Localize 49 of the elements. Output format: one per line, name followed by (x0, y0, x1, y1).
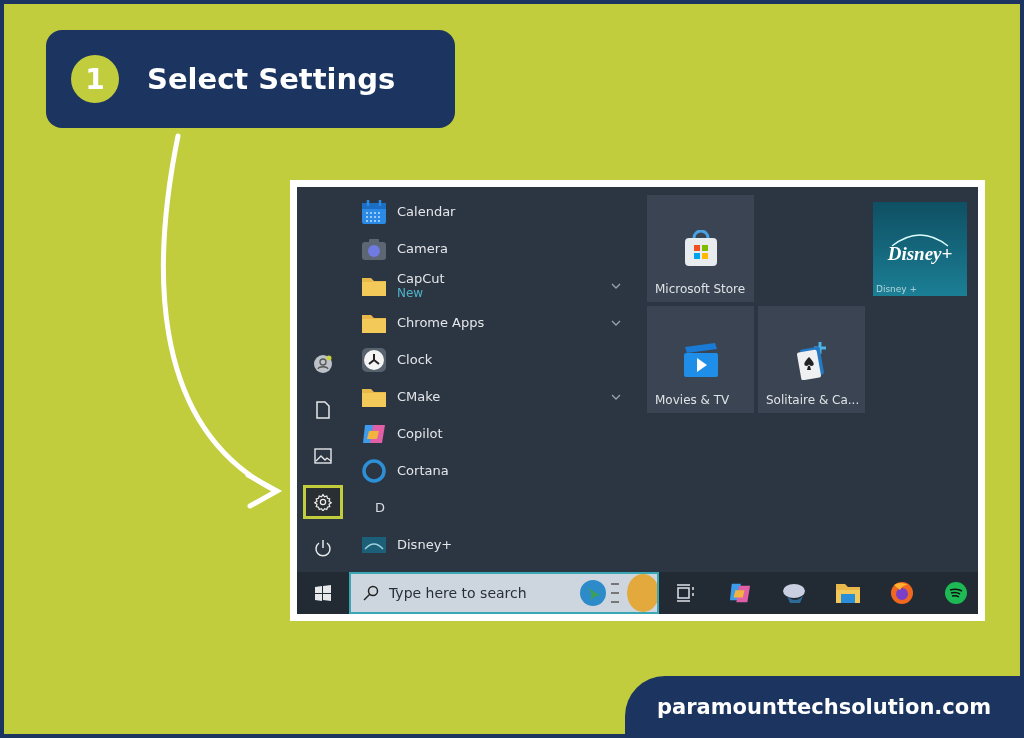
calendar-icon (361, 198, 387, 225)
app-name[interactable]: CapCut (397, 271, 601, 286)
step-title: Select Settings (147, 62, 396, 96)
tile-logo: Disney+ (887, 243, 953, 265)
tile-label: Microsoft Store (655, 282, 746, 296)
app-tile[interactable]: Solitaire & Ca... (758, 306, 865, 413)
app-name[interactable]: CMake (397, 389, 601, 404)
app-icon (361, 536, 387, 553)
file-explorer-icon[interactable] (835, 582, 861, 604)
chevron-icon[interactable] (611, 393, 621, 400)
app-name[interactable]: Clock (397, 352, 621, 367)
website-address: paramounttechsolution.com (657, 695, 992, 719)
chevron-icon[interactable] (611, 319, 621, 326)
app-name[interactable]: Cortana (397, 463, 621, 478)
firefox-icon[interactable] (890, 581, 914, 605)
task-view-icon (676, 584, 696, 602)
clock-icon (361, 346, 387, 373)
settings-button[interactable] (303, 485, 343, 519)
app-name[interactable]: Calendar (397, 204, 621, 219)
user-icon (313, 354, 333, 374)
app-name[interactable]: Copilot (397, 426, 621, 441)
spotify-icon[interactable] (944, 581, 968, 605)
app-tile[interactable]: Movies & TV (647, 306, 754, 413)
app-name[interactable]: Chrome Apps (397, 315, 601, 330)
step-number: 1 (71, 55, 119, 103)
search-field[interactable]: Type here to search (349, 572, 659, 614)
power-icon (314, 539, 332, 557)
section-letter: D (374, 500, 385, 515)
document-icon (316, 401, 330, 419)
settings-icon (314, 493, 332, 511)
app-icon[interactable] (781, 582, 807, 604)
camera-icon (361, 236, 387, 261)
search-placeholder: Type here to search (389, 585, 528, 601)
chevron-icon[interactable] (611, 282, 621, 289)
app-tile[interactable]: Microsoft Store (647, 195, 754, 302)
copilot-icon[interactable] (728, 582, 752, 604)
app-tile[interactable]: Disney+ Disney + (873, 202, 967, 296)
app-name[interactable]: Disney+ (397, 537, 621, 552)
tile-label: Disney + (876, 284, 918, 294)
tile-label: Movies & TV (655, 393, 730, 407)
new-label: New (397, 286, 425, 300)
search-highlight-icon (579, 574, 657, 612)
windows-icon (315, 585, 331, 601)
search-icon (363, 585, 379, 601)
arc-icon (890, 233, 950, 247)
tile-label: Solitaire & Ca... (766, 393, 860, 407)
app-name[interactable]: Camera (397, 241, 621, 256)
cortana-icon (361, 457, 387, 484)
picture-icon (314, 448, 332, 464)
